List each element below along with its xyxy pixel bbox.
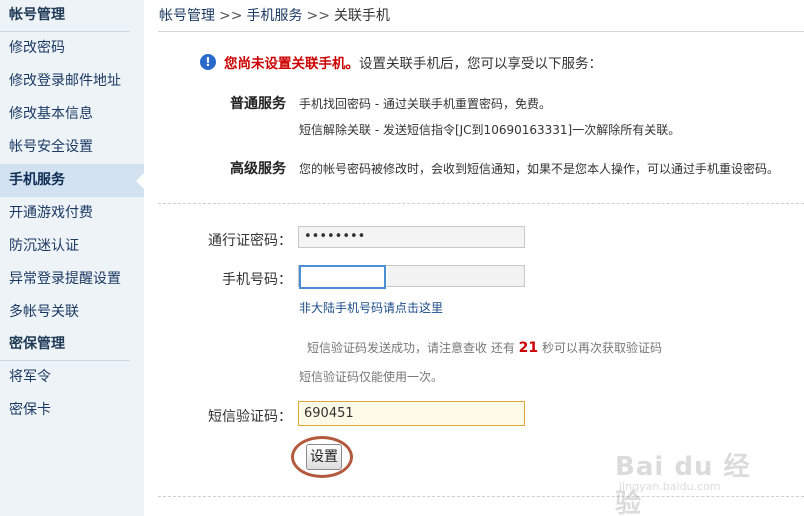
sidebar-item-change-email[interactable]: 修改登录邮件地址: [0, 65, 144, 98]
watermark: Bai du 经验 jingyan.baidu.com: [615, 428, 765, 516]
sidebar-section-security: 密保管理: [0, 329, 130, 361]
sms-sent-suffix: 秒可以再次获取验证码: [541, 341, 662, 355]
sidebar-item-change-password[interactable]: 修改密码: [0, 32, 144, 65]
breadcrumb-separator: >>: [306, 8, 330, 24]
sidebar-item-login-alert[interactable]: 异常登录提醒设置: [0, 263, 144, 296]
normal-service-line-1: 手机找回密码 - 通过关联手机重置密码，免费。: [299, 97, 551, 111]
password-field[interactable]: ••••••••: [298, 226, 525, 248]
sidebar-item-multi-account[interactable]: 多帐号关联: [0, 296, 144, 329]
divider: [158, 203, 804, 204]
advanced-service-label: 高级服务: [230, 161, 286, 177]
sidebar-item-change-info[interactable]: 修改基本信息: [0, 98, 144, 131]
notice-text: 设置关联手机后，您可以享受以下服务：: [359, 56, 602, 72]
sidebar-item-game-payment[interactable]: 开通游戏付费: [0, 197, 144, 230]
breadcrumb-account[interactable]: 帐号管理: [159, 8, 215, 24]
sms-once-tip: 短信验证码仅能使用一次。: [299, 370, 444, 384]
sms-countdown: 21: [518, 340, 539, 356]
breadcrumb: 帐号管理 >> 手机服务 >> 关联手机: [158, 0, 804, 32]
sidebar-item-phone-service[interactable]: 手机服务: [0, 164, 144, 197]
sidebar-item-security-settings[interactable]: 帐号安全设置: [0, 131, 144, 164]
phone-input[interactable]: [299, 265, 386, 289]
sidebar-item-token[interactable]: 将军令: [0, 361, 144, 394]
info-icon: !: [200, 54, 216, 70]
sidebar: 帐号管理 修改密码 修改登录邮件地址 修改基本信息 帐号安全设置 手机服务 开通…: [0, 0, 144, 516]
advanced-service-line-1: 您的帐号密码被修改时，会收到短信通知，如果不是您本人操作，可以通过手机重设密码。: [299, 162, 780, 176]
sms-sent-prefix: 短信验证码发送成功，请注意查收 还有: [307, 341, 515, 355]
password-label: 通行证密码：: [208, 233, 292, 249]
overseas-phone-link[interactable]: 非大陆手机号码请点击这里: [299, 299, 443, 316]
notice-warning: 您尚未设置关联手机。: [224, 56, 359, 72]
normal-service-label: 普通服务: [230, 96, 286, 112]
normal-service-line-2: 短信解除关联 - 发送短信指令[JC到10690163331]一次解除所有关联。: [299, 123, 681, 137]
breadcrumb-separator: >>: [219, 8, 243, 24]
sms-code-field[interactable]: 690451: [298, 401, 525, 426]
breadcrumb-phone-service[interactable]: 手机服务: [246, 8, 302, 24]
breadcrumb-current: 关联手机: [333, 8, 390, 24]
sidebar-section-account: 帐号管理: [0, 0, 130, 32]
sidebar-item-anti-addiction[interactable]: 防沉迷认证: [0, 230, 144, 263]
sms-sent-tip: 短信验证码发送成功，请注意查收 还有 21 秒可以再次获取验证码: [307, 339, 662, 356]
phone-field[interactable]: [298, 265, 525, 289]
submit-button[interactable]: 设置: [306, 444, 342, 470]
notice: ! 您尚未设置关联手机。 设置关联手机后，您可以享受以下服务：: [200, 52, 602, 72]
sidebar-item-security-card[interactable]: 密保卡: [0, 394, 144, 427]
highlight-circle: 设置: [291, 436, 353, 478]
sms-code-label: 短信验证码：: [208, 409, 292, 425]
watermark-url: jingyan.baidu.com: [619, 480, 721, 493]
phone-label: 手机号码：: [222, 272, 292, 288]
